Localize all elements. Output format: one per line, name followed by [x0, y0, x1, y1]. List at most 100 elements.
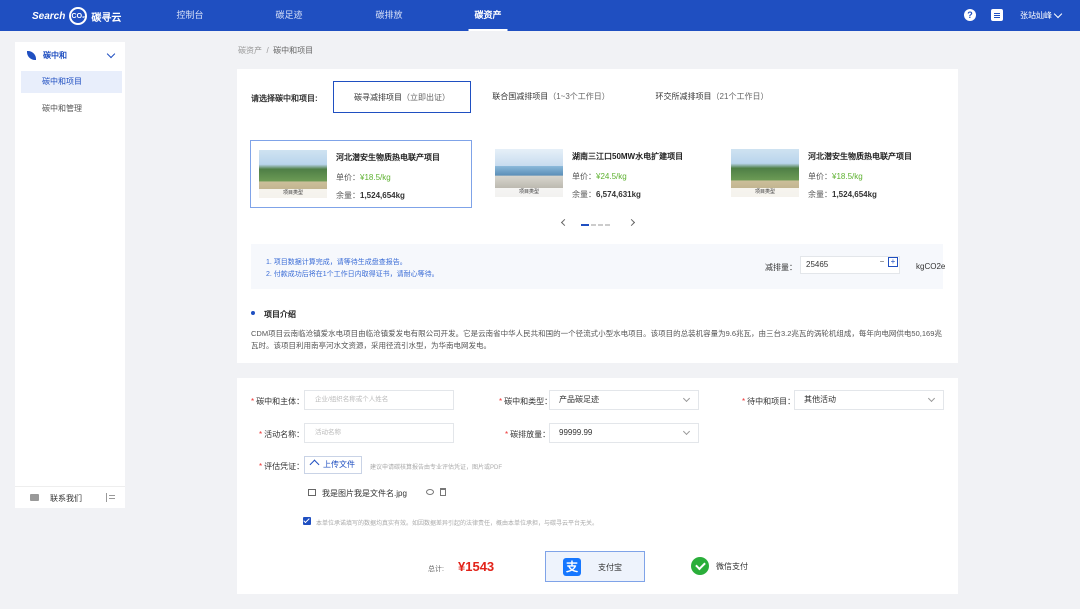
quantity-plus-button[interactable]: +	[888, 257, 898, 267]
project-card[interactable]: 项目类型 湖南三江口50MW水电扩建项目 单价：¥24.5/kg 余量：6,57…	[487, 140, 709, 208]
document-icon[interactable]	[991, 9, 1003, 21]
quantity-label: 减排量：	[765, 263, 797, 272]
nav-carbon-asset[interactable]: 碳资产	[468, 0, 508, 31]
tab-note: （21个工作日）	[711, 92, 769, 101]
chevron-left-icon[interactable]	[560, 218, 569, 227]
neutralization-form-card: * 碳中和主体： 企业/组织名称或个人姓名 * 碳中和类型： 产品碳足迹 * 待中和项…	[237, 378, 958, 594]
intro-title: 项目介绍	[264, 310, 296, 319]
chevron-down-icon[interactable]	[1053, 9, 1063, 19]
image-file-icon	[308, 489, 316, 496]
project-card[interactable]: 项目类型 河北潜安生物质热电联产项目 单价：¥18.5/kg 余量：1,524,…	[723, 140, 945, 208]
chevron-down-icon	[682, 394, 691, 403]
nav-console[interactable]: 控制台	[176, 0, 203, 31]
tab-name: 联合国减排项目	[492, 92, 549, 101]
type-label: * 碳中和类型：	[499, 397, 553, 406]
project-name: 湖南三江口50MW水电扩建项目	[572, 152, 684, 161]
tab-name: 环交所减排项目	[655, 92, 712, 101]
carousel-dot[interactable]	[605, 224, 610, 226]
notice-panel: 1. 项目数据计算完成，请等待生成盘查报告。 2. 付款成功后将在1个工作日内取…	[251, 244, 946, 289]
emission-label: * 碳排放量：	[505, 430, 551, 439]
upload-button[interactable]: 上传文件	[304, 456, 362, 474]
notice-line: 1. 项目数据计算完成，请等待生成盘查报告。	[266, 259, 407, 266]
quantity-minus-button[interactable]: −	[877, 257, 887, 267]
carousel-dot[interactable]	[598, 224, 603, 226]
sidebar-group-carbon-neutral[interactable]: 碳中和	[15, 46, 125, 66]
total-label: 总计:	[428, 566, 444, 573]
contact-label: 联系我们	[50, 494, 82, 503]
project-type-tag: 项目类型	[495, 188, 563, 197]
project-image: 项目类型	[731, 149, 799, 197]
logo-cn: 碳寻云	[91, 12, 122, 24]
project-stock: 余量：1,524,654kg	[336, 191, 405, 200]
target-select[interactable]: 其他活动	[794, 390, 944, 410]
subject-input[interactable]: 企业/组织名称或个人姓名	[304, 390, 454, 410]
project-type-tag: 项目类型	[731, 188, 799, 197]
intro-text: CDM项目云南临沧镇爱水电项目由临沧镇爱发电有限公司开发。它是云南省中华人民共和…	[251, 329, 942, 350]
activity-input[interactable]: 活动名称	[304, 423, 454, 443]
wechat-icon	[691, 557, 709, 575]
logo[interactable]: Search CO₂ 碳寻云	[32, 7, 121, 25]
type-select[interactable]: 产品碳足迹	[549, 390, 699, 410]
logo-text: Search	[32, 10, 66, 22]
project-name: 河北潜安生物质热电联产项目	[808, 152, 912, 161]
total-amount: ¥1543	[458, 559, 495, 574]
carousel-dot-active[interactable]	[581, 224, 589, 226]
sidebar-item-projects[interactable]: 碳中和项目	[21, 71, 122, 93]
project-price: 单价：¥18.5/kg	[808, 172, 863, 181]
tab-note: （立即出证）	[402, 93, 450, 102]
nav-carbon-emission[interactable]: 碳排放	[375, 0, 402, 31]
uploaded-file: 我是图片我是文件名.jpg	[304, 485, 454, 501]
tab-note: （1~3个工作日）	[548, 92, 610, 101]
upload-icon	[309, 459, 320, 470]
sidebar-group-label: 碳中和	[43, 51, 67, 60]
sidebar: 碳中和 碳中和项目 碳中和管理	[15, 42, 125, 508]
target-label: * 待中和项目：	[742, 397, 796, 406]
project-stock: 余量：6,574,631kg	[572, 190, 641, 199]
help-icon[interactable]: ?	[964, 9, 976, 21]
delete-icon[interactable]	[440, 488, 446, 496]
project-name: 河北潜安生物质热电联产项目	[336, 153, 440, 162]
contact-us[interactable]: 联系我们	[15, 486, 125, 508]
project-card[interactable]: 项目类型 河北潜安生物质热电联产项目 单价：¥18.5/kg 余量：1,524,…	[250, 140, 472, 208]
project-image: 项目类型	[259, 150, 327, 198]
quantity-unit: kgCO2e	[916, 262, 946, 271]
top-navbar: Search CO₂ 碳寻云 控制台 碳足迹 碳排放 碳资产 ? 张站灿峰	[0, 0, 1080, 31]
project-type-tag: 项目类型	[259, 189, 327, 198]
agree-text: 本单位承诺填写的数据均真实有效。如因数据差异引起的法律责任，概由本单位承担，与碳…	[316, 521, 599, 527]
user-name[interactable]: 张站灿峰	[1020, 0, 1052, 31]
logo-badge: CO₂	[69, 7, 88, 25]
project-selection-card: 请选择碳中和项目: 碳寻减排项目（立即出证） 联合国减排项目（1~3个工作日） …	[237, 69, 958, 363]
sidebar-item-management[interactable]: 碳中和管理	[21, 98, 122, 120]
evidence-label: * 评估凭证：	[259, 462, 305, 471]
breadcrumb-parent[interactable]: 碳资产	[238, 46, 262, 55]
notice-line: 2. 付款成功后将在1个工作日内取得证书，请耐心等待。	[266, 271, 439, 278]
carousel-dot[interactable]	[591, 224, 596, 226]
alipay-label: 支付宝	[598, 563, 622, 572]
tab-un-projects[interactable]: 联合国减排项目（1~3个工作日）	[487, 81, 615, 113]
section-bullet	[251, 311, 255, 315]
breadcrumb: 碳资产 / 碳中和项目	[238, 45, 313, 56]
wechat-pay-button[interactable]: 微信支付	[682, 551, 782, 582]
project-stock: 余量：1,524,654kg	[808, 190, 877, 199]
collapse-menu-icon[interactable]	[106, 493, 115, 502]
alipay-button[interactable]: 支 支付宝	[545, 551, 645, 582]
subject-label: * 碳中和主体：	[251, 397, 305, 406]
selection-label: 请选择碳中和项目:	[251, 94, 318, 103]
nav-carbon-footprint[interactable]: 碳足迹	[275, 0, 302, 31]
tab-exchange-projects[interactable]: 环交所减排项目（21个工作日）	[647, 81, 777, 113]
alipay-icon: 支	[563, 558, 581, 576]
emission-select[interactable]: 99999.99	[549, 423, 699, 443]
wechat-label: 微信支付	[716, 562, 748, 571]
project-price: 单价：¥24.5/kg	[572, 172, 627, 181]
file-name: 我是图片我是文件名.jpg	[322, 489, 407, 498]
activity-label: * 活动名称：	[259, 430, 305, 439]
tab-name: 碳寻减排项目	[354, 93, 402, 102]
breadcrumb-current: 碳中和项目	[273, 46, 314, 55]
chevron-down-icon	[927, 394, 936, 403]
chat-icon	[30, 494, 39, 501]
tab-carbon-search-projects[interactable]: 碳寻减排项目（立即出证）	[333, 81, 471, 113]
agree-checkbox[interactable]	[303, 517, 311, 525]
preview-icon[interactable]	[426, 489, 434, 495]
chevron-right-icon[interactable]	[627, 218, 636, 227]
chevron-down-icon	[106, 49, 116, 59]
